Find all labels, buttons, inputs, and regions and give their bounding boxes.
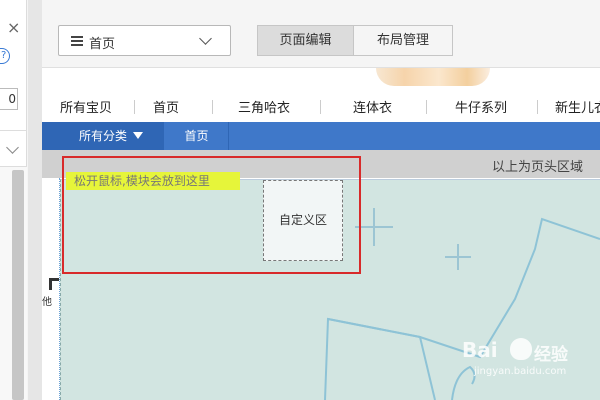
tab-page-edit[interactable]: 页面编辑 (257, 25, 354, 56)
divider (537, 100, 538, 114)
divider (0, 130, 27, 131)
highlight-box (62, 156, 361, 274)
divider (134, 100, 135, 114)
category-item[interactable]: 新生儿衣 (555, 97, 600, 116)
watermark: Bai 经验 jingyan.baidu.com (462, 336, 600, 384)
help-icon[interactable]: ? (0, 48, 10, 64)
menu-icon (71, 36, 83, 46)
editor-canvas: 所有宝贝 首页 三角哈衣 连体衣 牛仔系列 新生儿衣 所有分类 首页 以上为页头… (42, 68, 600, 400)
left-side-panel: × ? 0 (0, 0, 27, 400)
divider (320, 100, 321, 114)
category-item[interactable]: 牛仔系列 (455, 97, 507, 116)
mode-tabs: 页面编辑 布局管理 (257, 25, 453, 56)
shop-nav-bar: 所有分类 首页 (42, 122, 600, 150)
tab-layout-manage[interactable]: 布局管理 (354, 25, 453, 56)
left-column-strip: 他 (42, 178, 60, 400)
category-item[interactable]: 三角哈衣 (238, 97, 290, 116)
drag-handle-icon[interactable] (49, 278, 59, 290)
all-categories-menu[interactable]: 所有分类 (42, 122, 164, 150)
scrollbar[interactable] (12, 170, 24, 400)
plus-icon (445, 244, 471, 270)
number-input[interactable]: 0 (0, 88, 18, 110)
close-icon[interactable]: × (7, 20, 20, 36)
editor-toolbar: 首页 页面编辑 布局管理 (42, 0, 600, 68)
watermark-brand: 经验 (534, 345, 568, 365)
caret-down-icon (133, 132, 144, 139)
watermark-url: jingyan.baidu.com (474, 366, 567, 377)
header-area-label: 以上为页头区域 (492, 160, 584, 175)
watermark-logo: Bai (462, 338, 498, 362)
paw-icon (510, 338, 532, 360)
deco-shape (327, 318, 436, 400)
divider (426, 100, 427, 114)
panel-gutter (28, 0, 42, 400)
chevron-down-icon (199, 32, 212, 45)
category-item[interactable]: 所有宝贝 (60, 97, 112, 116)
page-select-dropdown[interactable]: 首页 (58, 25, 231, 56)
divider (212, 100, 213, 114)
strip-label: 他 (42, 297, 52, 308)
page-select-value: 首页 (89, 37, 116, 52)
category-item[interactable]: 连体衣 (353, 97, 392, 116)
all-categories-label: 所有分类 (79, 129, 128, 143)
banner-image (376, 68, 490, 86)
category-nav: 所有宝贝 首页 三角哈衣 连体衣 牛仔系列 新生儿衣 (42, 92, 600, 122)
category-item[interactable]: 首页 (153, 97, 179, 116)
nav-home-link[interactable]: 首页 (165, 122, 229, 150)
chevron-down-icon[interactable] (6, 141, 19, 154)
